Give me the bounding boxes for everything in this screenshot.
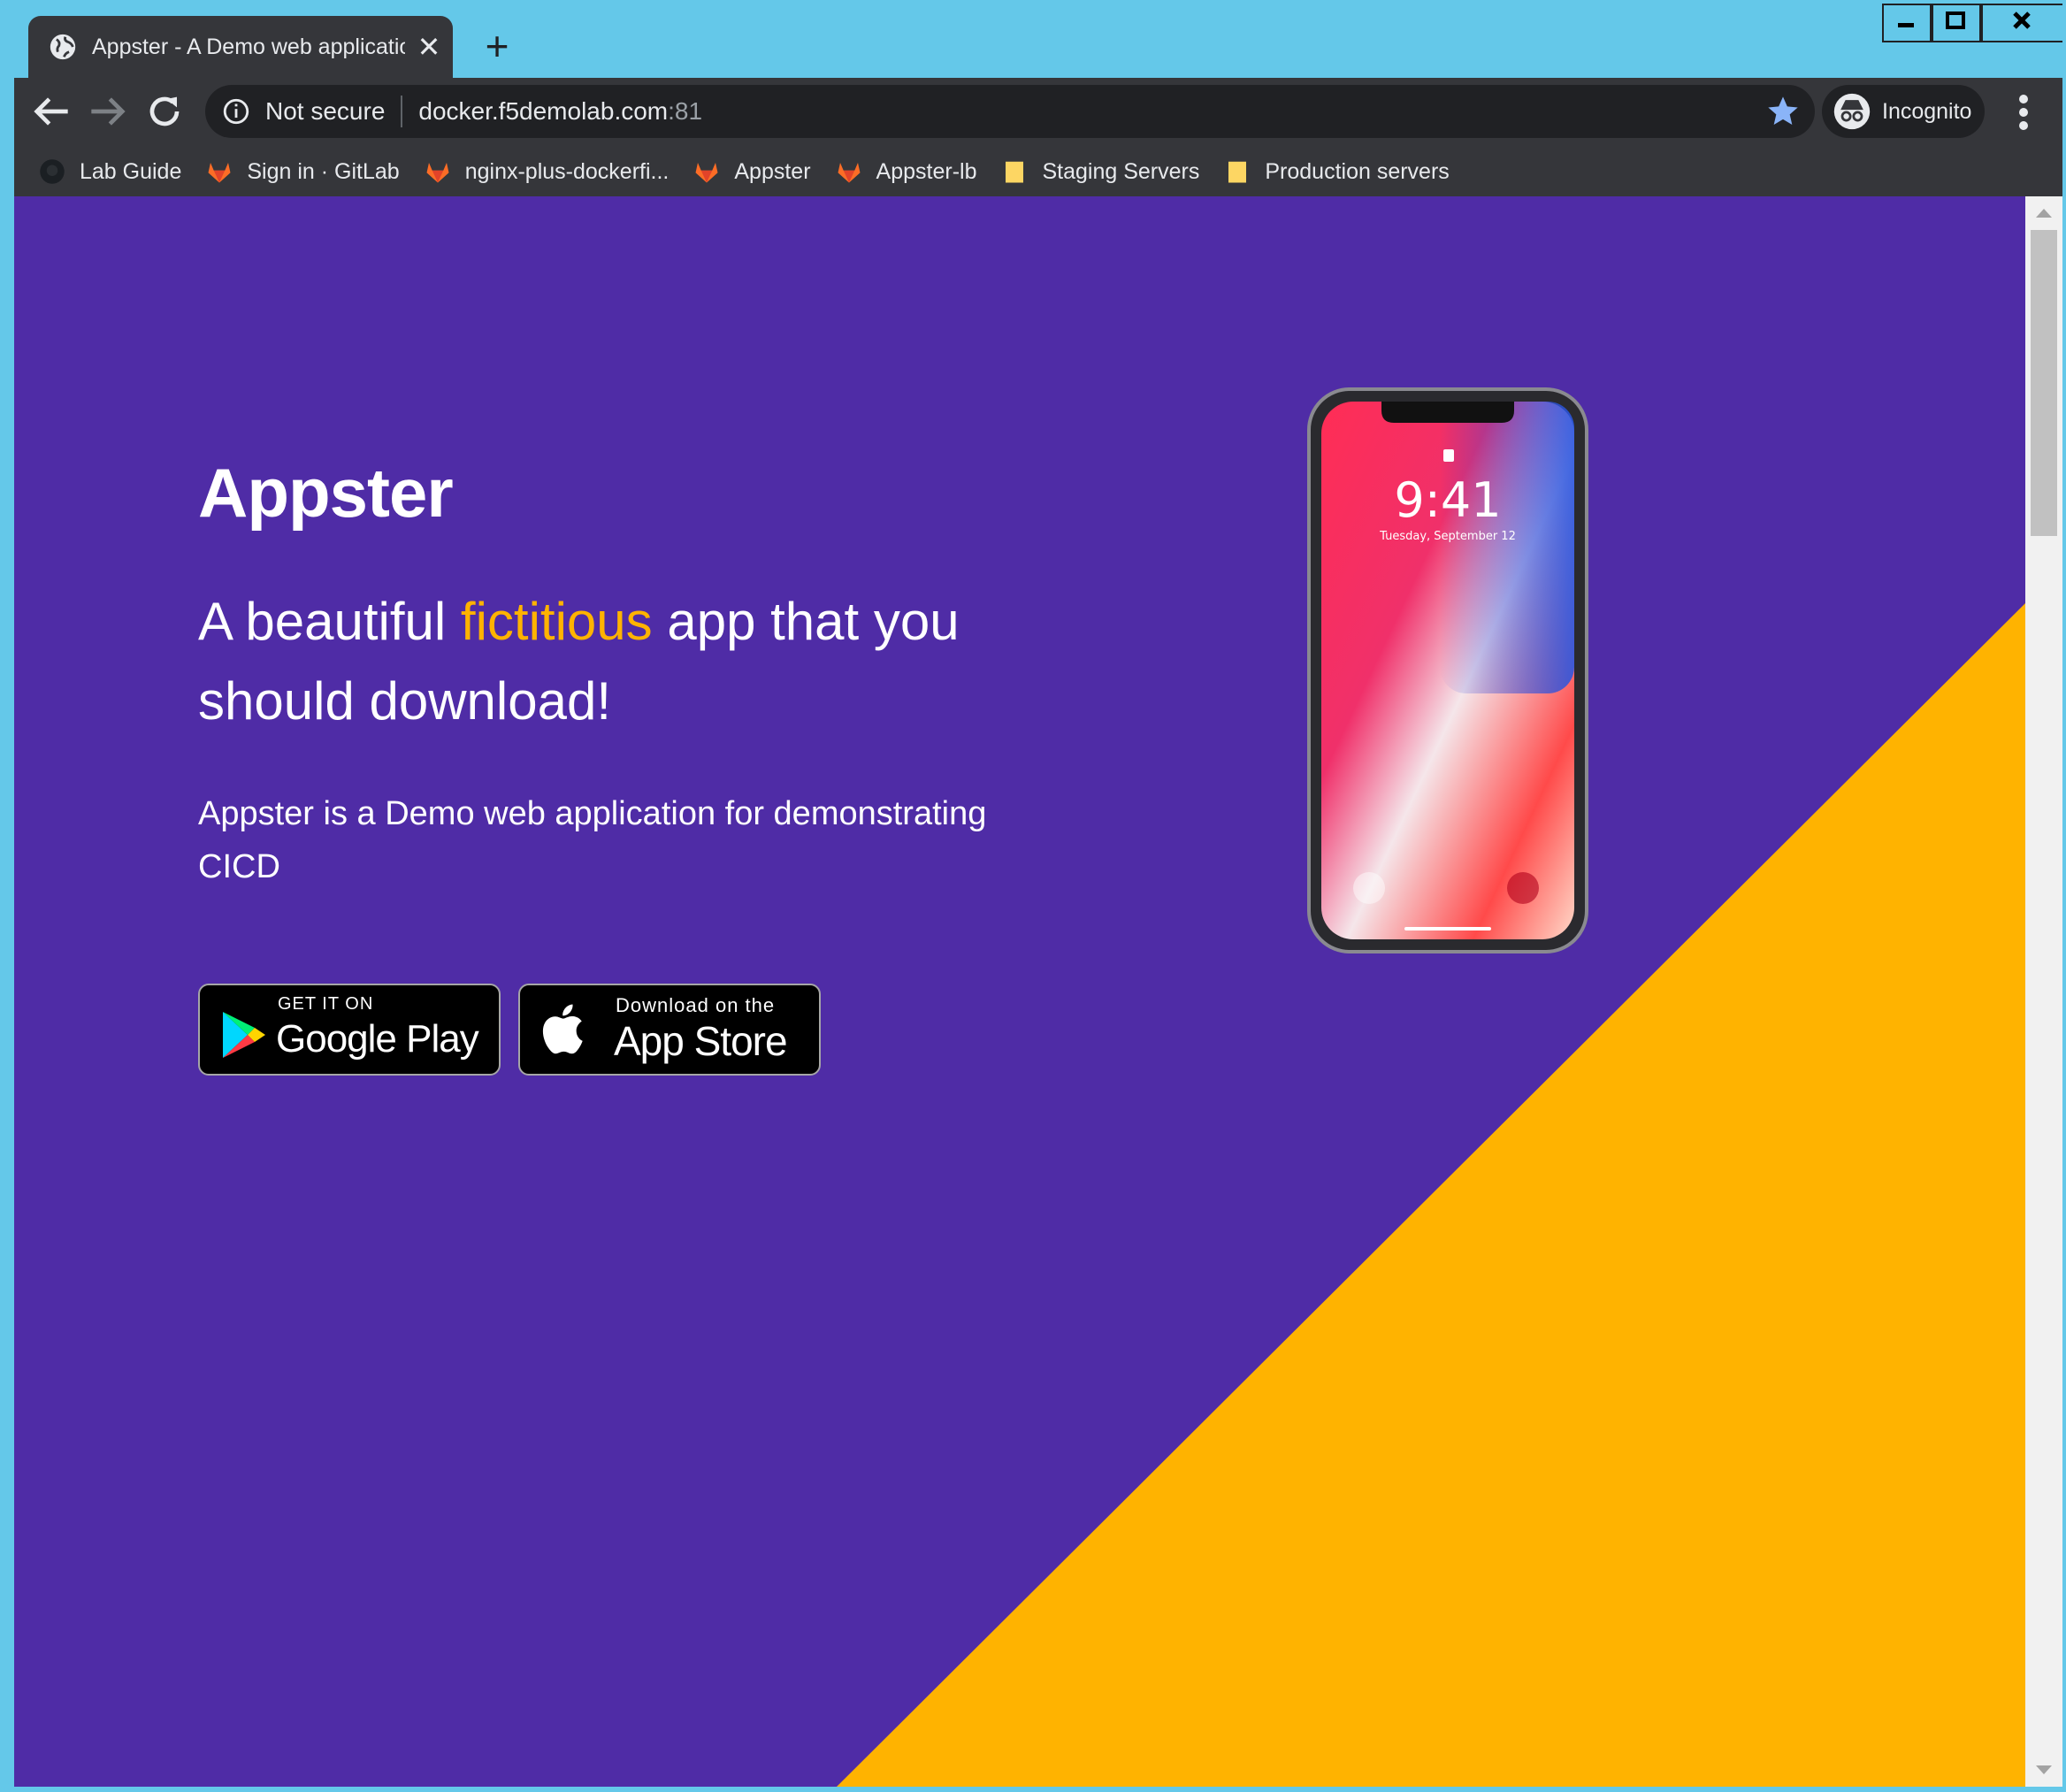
not-secure-label[interactable]: Not secure	[265, 97, 385, 126]
minimize-button[interactable]	[1882, 4, 1932, 42]
tab-title: Appster - A Demo web applicatio	[92, 34, 405, 59]
app-store-button[interactable]: Download on the App Store	[518, 984, 821, 1076]
folder-icon	[1006, 161, 1024, 183]
window-close-button[interactable]	[1981, 4, 2062, 42]
bookmark-appster[interactable]: Appster	[693, 158, 811, 185]
incognito-icon	[1833, 93, 1871, 130]
gitlab-icon	[208, 163, 231, 183]
tagline: A beautiful fictitious app that you shou…	[198, 582, 994, 741]
back-arrow-icon[interactable]	[27, 87, 76, 136]
bookmark-staging-servers[interactable]: Staging Servers	[1001, 158, 1199, 185]
tab-appster[interactable]: Appster - A Demo web applicatio ✕	[28, 16, 453, 78]
info-icon[interactable]	[221, 96, 251, 126]
bookmark-appster-lb[interactable]: Appster-lb	[836, 158, 977, 185]
phone-date: Tuesday, September 12	[1379, 530, 1516, 543]
page-title: Appster	[198, 454, 454, 532]
tagline-accent: fictitious	[460, 592, 653, 651]
tab-close-icon[interactable]: ✕	[414, 30, 444, 64]
page-content: Appster A beautiful fictitious app that …	[14, 196, 2025, 1787]
reload-icon[interactable]	[140, 87, 189, 136]
bookmark-label: Sign in · GitLab	[247, 158, 400, 184]
window-close-icon	[2013, 11, 2031, 29]
bookmark-label: nginx-plus-dockerfi...	[464, 158, 670, 184]
google-play-button[interactable]: GET IT ON Google Play	[198, 984, 501, 1076]
maximize-icon	[1946, 11, 1965, 29]
scroll-up-arrow-icon[interactable]	[2036, 209, 2052, 218]
apple-icon	[542, 1004, 583, 1054]
scrollbar-thumb[interactable]	[2031, 230, 2057, 536]
github-icon	[40, 159, 65, 184]
incognito-label: Incognito	[1882, 98, 1972, 124]
omnibox-separator	[401, 96, 403, 127]
gitlab-icon	[838, 163, 861, 183]
gitlab-icon	[426, 163, 449, 183]
maximize-button[interactable]	[1932, 4, 1981, 42]
bookmark-label: Staging Servers	[1042, 158, 1200, 184]
browser-window: Appster - A Demo web applicatio ✕ + Not …	[14, 4, 2062, 1787]
new-tab-button[interactable]: +	[472, 21, 522, 71]
scroll-down-arrow-icon[interactable]	[2036, 1765, 2052, 1774]
description: Appster is a Demo web application for de…	[198, 795, 987, 885]
forward-arrow-icon[interactable]	[83, 87, 133, 136]
vertical-scrollbar[interactable]	[2025, 196, 2062, 1787]
bookmark-label: Appster-lb	[876, 158, 977, 184]
phone-mockup-image: 9:41 Tuesday, September 12	[1307, 387, 1588, 953]
tab-strip: Appster - A Demo web applicatio ✕ +	[14, 4, 2062, 78]
toolbar: Not secure docker.f5demolab.com :81 Inco…	[14, 78, 2062, 147]
google-play-icon	[223, 1012, 265, 1058]
bookmarks-bar: Lab Guide Sign in · GitLab nginx-plus-do…	[14, 147, 2062, 196]
minimize-icon	[1898, 23, 1914, 27]
globe-icon	[50, 34, 76, 60]
google-play-big-text: Google Play	[276, 1017, 479, 1061]
phone-time: 9:41	[1394, 472, 1501, 528]
bookmark-lab-guide[interactable]: Lab Guide	[39, 158, 181, 185]
bookmark-production-servers[interactable]: Production servers	[1224, 158, 1450, 185]
app-store-big-text: App Store	[614, 1018, 788, 1064]
folder-icon	[1228, 161, 1247, 183]
bookmark-gitlab-sign-in[interactable]: Sign in · GitLab	[206, 158, 400, 185]
bookmark-label: Production servers	[1265, 158, 1450, 184]
url-port[interactable]: :81	[668, 97, 702, 126]
incognito-profile-button[interactable]: Incognito	[1822, 85, 1985, 138]
app-store-small-text: Download on the	[616, 994, 776, 1016]
kebab-menu-icon[interactable]	[2006, 90, 2041, 134]
bookmark-label: Appster	[734, 158, 811, 184]
url-host[interactable]: docker.f5demolab.com	[418, 97, 668, 126]
address-bar[interactable]: Not secure docker.f5demolab.com :81	[205, 85, 1815, 138]
bookmark-label: Lab Guide	[80, 158, 182, 184]
star-icon[interactable]	[1765, 94, 1801, 129]
bookmark-nginx-plus[interactable]: nginx-plus-dockerfi...	[425, 158, 670, 185]
google-play-small-text: GET IT ON	[278, 994, 374, 1014]
tagline-start: A beautiful	[198, 592, 461, 651]
gitlab-icon	[695, 163, 718, 183]
